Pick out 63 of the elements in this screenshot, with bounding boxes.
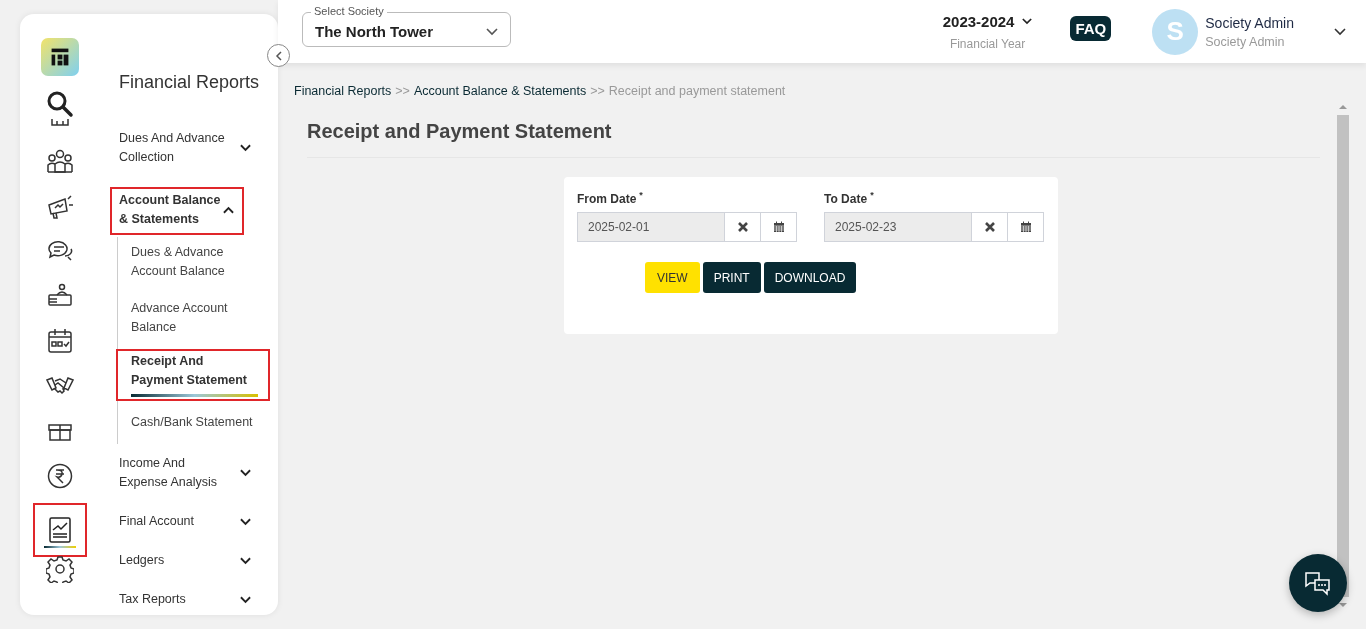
settings-icon [45, 555, 74, 583]
rupee-icon [45, 462, 74, 490]
avatar: S [1152, 8, 1199, 55]
calendar-icon [45, 327, 74, 355]
menu-group[interactable]: Tax Reports [119, 590, 253, 609]
active-nav-item[interactable] [32, 503, 87, 557]
required-mark: * [870, 190, 874, 200]
breadcrumb-link[interactable]: Account Balance & Statements [413, 84, 587, 98]
megaphone-icon [45, 192, 74, 220]
menu-group[interactable]: Final Account [119, 512, 253, 531]
close-icon [736, 221, 749, 233]
faq-button[interactable]: FAQ [1070, 16, 1112, 41]
chevron-down-icon[interactable] [1334, 27, 1346, 36]
breadcrumb-separator: >> [395, 84, 410, 98]
menu-group[interactable]: Account Balance & Statements [110, 187, 244, 235]
chat-bubbles-icon [1304, 570, 1332, 596]
submenu-item[interactable]: Advance Account Balance [131, 293, 259, 349]
action-button[interactable]: DOWNLOAD [763, 262, 857, 293]
breadcrumb-separator: >> [590, 84, 605, 98]
chevron-down-icon [240, 469, 251, 477]
financial-year-value[interactable]: 2023-2024 [942, 12, 1015, 30]
user-name: Society Admin [1205, 14, 1294, 31]
menu-group[interactable]: Ledgers [119, 551, 253, 570]
chat-button[interactable] [1289, 554, 1347, 612]
chevron-down-icon [240, 595, 251, 604]
close-icon [983, 221, 996, 233]
breadcrumb-link[interactable]: Financial Reports [294, 84, 392, 98]
action-button[interactable]: VIEW [645, 262, 700, 293]
chevron-down-icon [240, 517, 251, 526]
calendar-button[interactable] [1008, 212, 1044, 242]
menu-group[interactable]: Income And Expense Analysis [119, 454, 253, 492]
user-role: Society Admin [1205, 34, 1286, 49]
date-input[interactable]: 2025-02-23 [824, 212, 972, 242]
page-title: Receipt and Payment Statement [307, 120, 1320, 158]
calendar-icon [1019, 221, 1032, 233]
search-icon [45, 90, 74, 118]
menu-title: Financial Reports [119, 72, 261, 93]
chevron-down-icon [486, 27, 498, 36]
chevron-down-icon [240, 556, 251, 565]
field-label: To Date [824, 192, 868, 206]
building-icon [49, 118, 70, 126]
app-logo[interactable] [40, 38, 79, 76]
submenu-item[interactable]: Dues & Advance Account Balance [131, 237, 259, 293]
date-input[interactable]: 2025-02-01 [577, 212, 725, 242]
breadcrumb-current: Receipt and payment statement [608, 84, 786, 98]
chevron-left-icon [274, 50, 283, 61]
scrollbar[interactable] [1337, 105, 1349, 607]
chevron-down-icon[interactable] [1022, 17, 1033, 25]
submenu-item[interactable]: Cash/Bank Statement [131, 407, 259, 444]
required-mark: * [639, 190, 643, 200]
financial-year-label: Financial Year [949, 36, 1026, 51]
clear-button[interactable] [972, 212, 1008, 242]
action-button[interactable]: PRINT [702, 262, 761, 293]
menu-group[interactable]: Dues And Advance Collection [119, 129, 253, 167]
chevron-down-icon [240, 144, 251, 152]
chevron-up-icon [223, 206, 234, 214]
submenu-item[interactable]: Receipt And Payment Statement [116, 349, 270, 401]
clear-button[interactable] [725, 212, 761, 242]
society-select-label: Select Society [311, 4, 387, 18]
calendar-button[interactable] [761, 212, 797, 242]
people-icon [45, 147, 74, 175]
calendar-icon [772, 221, 785, 233]
field-label: From Date [577, 192, 637, 206]
